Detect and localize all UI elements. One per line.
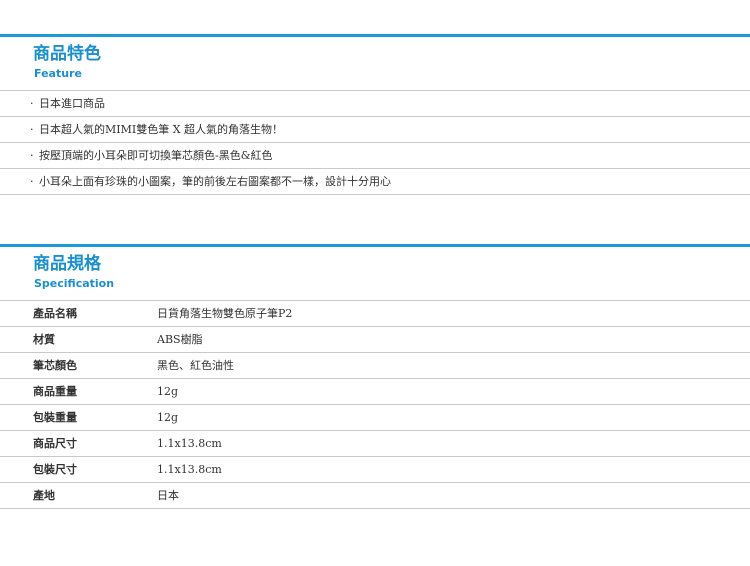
specification-table: 產品名稱 日貨角落生物雙色原子筆P2 材質 ABS樹脂 筆芯顏色 黑色、紅色油性… xyxy=(0,301,750,509)
feature-header: 商品特色 Feature xyxy=(0,34,750,91)
bullet-icon: · xyxy=(30,123,34,136)
feature-item: · 小耳朵上面有珍珠的小圖案，筆的前後左右圖案都不一樣，設計十分用心 xyxy=(0,169,750,195)
bullet-icon: · xyxy=(30,175,34,188)
spec-row-ink-color: 筆芯顏色 黑色、紅色油性 xyxy=(0,353,750,379)
bullet-icon: · xyxy=(30,149,34,162)
spec-row-material: 材質 ABS樹脂 xyxy=(0,327,750,353)
spec-value: 日本 xyxy=(157,489,179,502)
feature-item-text: 日本超人氣的MIMI雙色筆 X 超人氣的角落生物！ xyxy=(39,123,284,136)
spec-row-package-weight: 包裝重量 12g xyxy=(0,405,750,431)
specification-subtitle: Specification xyxy=(34,277,115,290)
specification-header: 商品規格 Specification xyxy=(0,244,750,301)
spec-value: 日貨角落生物雙色原子筆P2 xyxy=(157,307,293,320)
spec-label: 包裝重量 xyxy=(33,411,77,424)
feature-item-text: 小耳朵上面有珍珠的小圖案，筆的前後左右圖案都不一樣，設計十分用心 xyxy=(39,175,391,188)
bullet-icon: · xyxy=(30,97,34,110)
spec-value: ABS樹脂 xyxy=(157,333,203,346)
spec-label: 包裝尺寸 xyxy=(33,463,77,476)
feature-subtitle: Feature xyxy=(34,67,82,80)
specification-section: 商品規格 Specification 產品名稱 日貨角落生物雙色原子筆P2 材質… xyxy=(0,244,750,509)
feature-item: · 日本進口商品 xyxy=(0,91,750,117)
feature-section: 商品特色 Feature · 日本進口商品 · 日本超人氣的MIMI雙色筆 X 超人… xyxy=(0,34,750,195)
feature-item-text: 日本進口商品 xyxy=(39,97,105,110)
spec-label: 商品尺寸 xyxy=(33,437,77,450)
spec-row-product-size: 商品尺寸 1.1x13.8cm xyxy=(0,431,750,457)
spec-row-package-size: 包裝尺寸 1.1x13.8cm xyxy=(0,457,750,483)
spec-label: 產品名稱 xyxy=(33,307,77,320)
spec-value: 1.1x13.8cm xyxy=(157,463,222,476)
spec-row-product-name: 產品名稱 日貨角落生物雙色原子筆P2 xyxy=(0,301,750,327)
spec-row-origin: 產地 日本 xyxy=(0,483,750,509)
feature-list: · 日本進口商品 · 日本超人氣的MIMI雙色筆 X 超人氣的角落生物！ · 按壓頂端… xyxy=(0,91,750,195)
spec-value: 黑色、紅色油性 xyxy=(157,359,234,372)
spec-label: 商品重量 xyxy=(33,385,77,398)
feature-item: · 按壓頂端的小耳朵即可切換筆芯顏色-黑色&紅色 xyxy=(0,143,750,169)
spec-value: 12g xyxy=(157,385,179,398)
spec-row-product-weight: 商品重量 12g xyxy=(0,379,750,405)
spec-label: 材質 xyxy=(33,333,55,346)
feature-item-text: 按壓頂端的小耳朵即可切換筆芯顏色-黑色&紅色 xyxy=(39,149,273,162)
spec-value: 1.1x13.8cm xyxy=(157,437,222,450)
feature-item: · 日本超人氣的MIMI雙色筆 X 超人氣的角落生物！ xyxy=(0,117,750,143)
specification-title: 商品規格 xyxy=(33,254,101,274)
spec-label: 筆芯顏色 xyxy=(33,359,77,372)
spec-value: 12g xyxy=(157,411,179,424)
spec-label: 產地 xyxy=(33,489,55,502)
feature-title: 商品特色 xyxy=(33,44,101,64)
